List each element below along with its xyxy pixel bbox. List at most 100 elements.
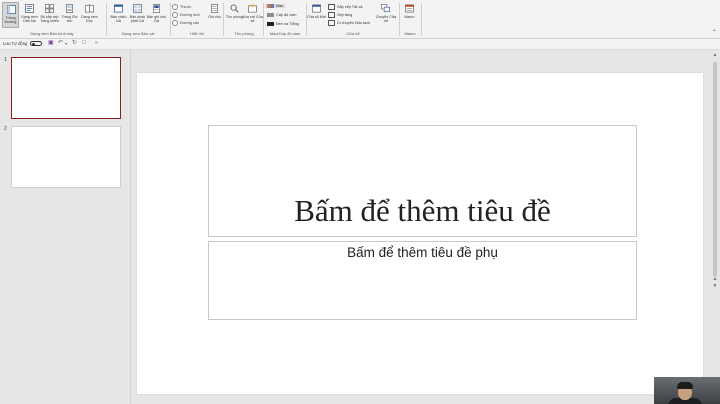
grayscale-option[interactable]: Cấp độ xám <box>267 13 296 17</box>
arrange-all-button[interactable]: Sắp xếp Tất cả <box>328 4 362 10</box>
notes-icon <box>210 4 219 13</box>
color-grayscale-group-label: Màu/Cấp độ xám <box>269 31 301 36</box>
arrange-all-label: Sắp xếp Tất cả <box>337 5 363 9</box>
color-grayscale-group: Màu Cấp độ xám Đen và Trắng Màu/Cấp độ x… <box>264 1 306 37</box>
slide-thumbnail-2[interactable] <box>11 126 121 188</box>
reading-view-icon <box>85 4 94 13</box>
presentation-views-group-label: Dạng xem Bản trình bày <box>30 31 74 36</box>
outline-view-icon <box>25 4 34 13</box>
gridlines-check-box <box>172 12 178 18</box>
notes-master-button[interactable]: Bản ghi chú Cái <box>147 2 166 28</box>
slide-master-label: Bản chiếu Cái <box>110 15 127 24</box>
new-window-button[interactable]: Cửa sổ Mới <box>307 2 326 28</box>
move-split-label: Di chuyển Dấu tách <box>337 21 371 25</box>
vertical-scrollbar[interactable]: ▲ ▲ ▼ <box>712 52 718 352</box>
slide-sorter-label: Bộ sắp xếp Trang chiếu <box>40 15 59 24</box>
window-group: Cửa sổ Mới Sắp xếp Tất cả Xếp tầng Di ch… <box>307 1 399 37</box>
quick-access-toolbar: Lưu Tự động ▣ ↶ ▾ ↻ □ » <box>0 39 720 50</box>
fit-to-window-label: Vừa với Cửa sổ <box>242 15 263 24</box>
show-group: Thước Đường lưới Đường căn Ghi chú Hiển … <box>172 1 222 37</box>
normal-view-icon <box>7 5 16 14</box>
zoom-icon <box>230 4 239 13</box>
ribbon-separator <box>421 3 422 36</box>
window-group-label: Cửa sổ <box>346 31 360 36</box>
undo-dropdown-icon[interactable]: ▾ <box>65 40 67 47</box>
zoom-button[interactable]: Thu phóng <box>226 2 243 28</box>
grayscale-swatch <box>267 13 274 17</box>
slide-sorter-button[interactable]: Bộ sắp xếp Trang chiếu <box>40 2 59 28</box>
switch-windows-label: Chuyển Cửa sổ <box>375 15 397 24</box>
reading-view-label: Dạng xem Đọc <box>81 15 98 24</box>
macros-label: Macro <box>404 15 415 19</box>
save-icon[interactable]: ▣ <box>48 40 54 47</box>
black-white-option[interactable]: Đen và Trắng <box>267 22 299 26</box>
switch-windows-icon <box>381 4 390 13</box>
handout-master-icon <box>133 4 142 13</box>
macros-button[interactable]: Macro <box>401 2 418 28</box>
guides-checkbox[interactable]: Đường căn <box>172 20 199 26</box>
notes-label: Ghi chú <box>208 15 221 19</box>
normal-view-button[interactable]: Thông thường <box>2 2 19 28</box>
guides-check-box <box>172 20 178 26</box>
grayscale-option-label: Cấp độ xám <box>276 13 297 17</box>
move-split-button[interactable]: Di chuyển Dấu tách <box>328 20 370 26</box>
present-from-start-icon[interactable]: □ <box>82 40 86 47</box>
color-option-label: Màu <box>276 4 284 8</box>
macros-icon <box>405 4 414 13</box>
redo-icon[interactable]: ↻ <box>72 40 77 47</box>
ruler-check-box <box>172 4 178 10</box>
autosave-label: Lưu Tự động <box>3 41 28 46</box>
previous-slide-icon[interactable]: ▲ <box>712 276 718 282</box>
scroll-up-icon[interactable]: ▲ <box>712 52 718 58</box>
slide-thumbnail-pane: 1 2 <box>0 50 130 404</box>
cascade-label: Xếp tầng <box>337 13 353 17</box>
title-placeholder[interactable]: Bấm để thêm tiêu đề <box>208 125 637 237</box>
color-option[interactable]: Màu <box>265 4 286 8</box>
slide-thumbnail-1[interactable] <box>11 57 121 119</box>
title-placeholder-text: Bấm để thêm tiêu đề <box>294 193 551 228</box>
notes-master-icon <box>152 4 161 13</box>
color-swatch <box>267 4 274 8</box>
show-group-label: Hiển thị <box>190 31 204 36</box>
webcam-overlay <box>654 377 720 404</box>
new-window-icon <box>312 4 321 13</box>
notes-master-label: Bản ghi chú Cái <box>147 15 166 24</box>
pane-splitter[interactable] <box>130 50 131 404</box>
zoom-group-label: Thu phóng <box>234 31 254 36</box>
autosave-toggle[interactable] <box>30 41 42 46</box>
notes-page-icon <box>65 4 74 13</box>
outline-view-label: Dạng xem Dàn bài <box>21 15 38 24</box>
ribbon-separator <box>106 3 107 36</box>
ruler-checkbox[interactable]: Thước <box>172 4 191 10</box>
customize-toolbar-icon[interactable]: » <box>95 40 98 47</box>
notes-button[interactable]: Ghi chú <box>206 2 223 28</box>
notes-page-label: Trang Ghi chú <box>61 15 78 24</box>
undo-icon[interactable]: ↶ <box>58 40 63 47</box>
slide-canvas: Bấm để thêm tiêu đề Bấm để thêm tiêu đề … <box>137 73 703 394</box>
move-split-icon <box>328 20 335 26</box>
ribbon-separator <box>170 3 171 36</box>
autosave-toggle-knob <box>32 42 35 46</box>
notes-page-button[interactable]: Trang Ghi chú <box>61 2 78 28</box>
slide-master-button[interactable]: Bản chiếu Cái <box>110 2 127 28</box>
outline-view-button[interactable]: Dạng xem Dàn bài <box>21 2 38 28</box>
switch-windows-button[interactable]: Chuyển Cửa sổ <box>376 2 396 28</box>
macros-group-label: Macro <box>404 31 416 36</box>
webcam-person-hair <box>677 382 693 389</box>
black-white-swatch <box>267 22 274 26</box>
gridlines-checkbox[interactable]: Đường lưới <box>172 12 200 18</box>
fit-to-window-button[interactable]: Vừa với Cửa sổ <box>242 2 263 28</box>
handout-master-button[interactable]: Bản phân phát Cái <box>129 2 146 28</box>
subtitle-placeholder[interactable]: Bấm để thêm tiêu đề phụ <box>208 241 637 320</box>
guides-checkbox-label: Đường căn <box>180 21 200 25</box>
macros-group: Macro Macro <box>400 1 420 37</box>
black-white-option-label: Đen và Trắng <box>276 22 299 26</box>
gridlines-checkbox-label: Đường lưới <box>180 13 200 17</box>
collapse-ribbon-icon[interactable]: ⌃ <box>712 29 717 36</box>
next-slide-icon[interactable]: ▼ <box>712 283 718 289</box>
arrange-all-icon <box>328 4 335 10</box>
scrollbar-thumb[interactable] <box>713 62 717 277</box>
normal-view-label: Thông thường <box>4 16 17 25</box>
reading-view-button[interactable]: Dạng xem Đọc <box>81 2 98 28</box>
cascade-button[interactable]: Xếp tầng <box>328 12 352 18</box>
